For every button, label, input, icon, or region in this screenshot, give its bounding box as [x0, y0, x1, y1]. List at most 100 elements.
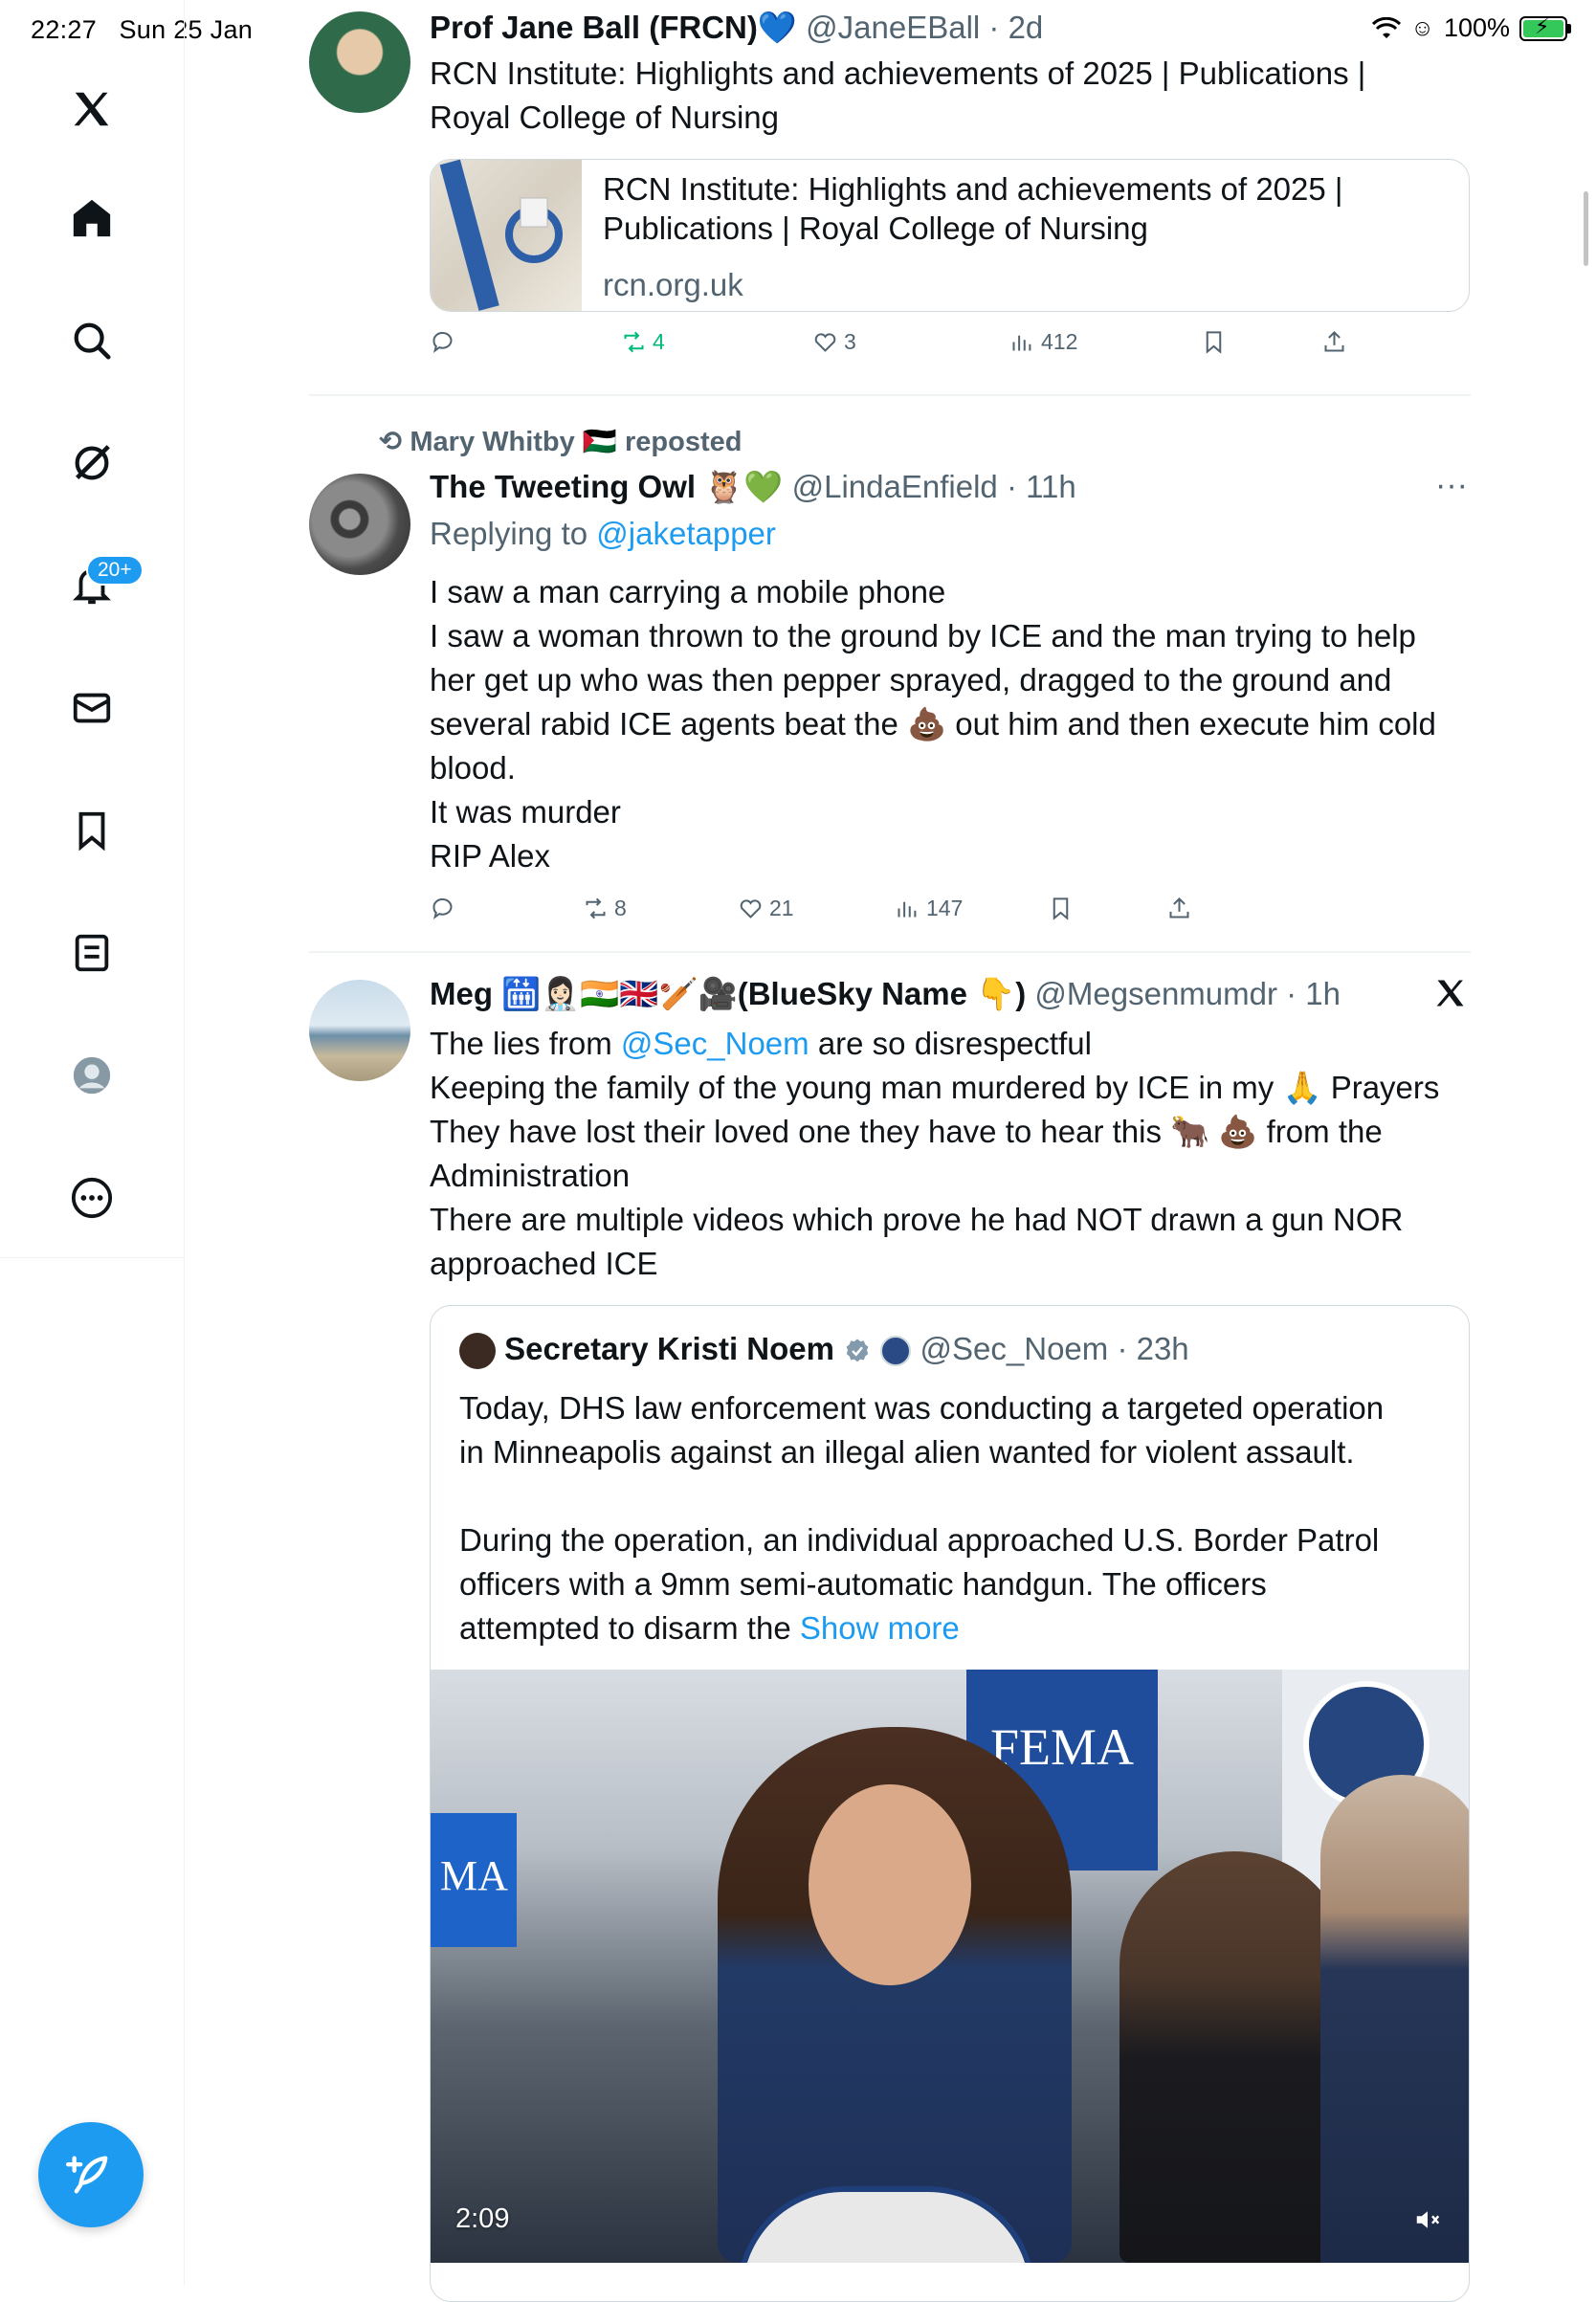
- tweet-text-line: Administration: [430, 1158, 631, 1193]
- search-icon[interactable]: [63, 312, 121, 369]
- tweet-text-line: several rabid ICE agents beat the 💩 out …: [430, 706, 1436, 742]
- link-card-title: RCN Institute: Highlights and achievemen…: [603, 169, 1343, 248]
- author-handle[interactable]: @LindaEnfield: [792, 469, 998, 504]
- tweet-text-line: her get up who was then pepper sprayed, …: [430, 662, 1392, 697]
- tweet-text-segment: The lies from: [430, 1026, 612, 1061]
- tweet-text-line: I saw a woman thrown to the ground by IC…: [430, 618, 1416, 653]
- views-chart-icon: [898, 901, 917, 918]
- repost-small-icon: ⟲: [379, 427, 403, 457]
- author-handle[interactable]: @Megsenmumdr: [1034, 976, 1277, 1011]
- repost-button[interactable]: 4: [621, 329, 665, 355]
- dhs-seal-icon: [880, 1336, 912, 1367]
- avatar[interactable]: [309, 980, 410, 1081]
- avatar[interactable]: [309, 11, 410, 113]
- views-button[interactable]: 147: [895, 896, 963, 921]
- mute-speaker-icon[interactable]: [1411, 2205, 1444, 2234]
- more-options-icon[interactable]: [63, 1169, 121, 1227]
- battery-percent: 100%: [1443, 13, 1510, 42]
- tweet-text: I saw a man carrying a mobile phone I sa…: [430, 570, 1436, 878]
- grok-icon[interactable]: [63, 434, 121, 492]
- author-name[interactable]: Prof Jane Ball (FRCN): [430, 10, 758, 45]
- repost-count: 4: [653, 329, 665, 354]
- lists-icon[interactable]: [63, 924, 121, 982]
- quote-author-handle[interactable]: @Sec_Noem: [920, 1331, 1109, 1366]
- quote-time: · 23h: [1117, 1331, 1189, 1366]
- repost-context: ⟲ Mary Whitby 🇵🇸 reposted: [379, 425, 742, 458]
- video-speaker-face: [809, 1784, 971, 1985]
- like-button[interactable]: 21: [738, 896, 794, 921]
- wifi-icon: [1372, 16, 1402, 38]
- link-card[interactable]: RCN Institute: Highlights and achievemen…: [430, 159, 1470, 312]
- video-bystander: [1320, 1775, 1469, 2263]
- repost-count: 8: [614, 896, 627, 920]
- author-emoji: 💙: [757, 10, 797, 45]
- reply-icon: [432, 897, 453, 920]
- video-duration: 2:09: [455, 2203, 510, 2234]
- bookmarks-icon[interactable]: [63, 802, 121, 859]
- compose-feather-icon: [66, 2156, 108, 2194]
- reply-button[interactable]: [430, 329, 461, 355]
- tweet-text-line: I saw a man carrying a mobile phone: [430, 574, 946, 609]
- tweet-time: · 11h: [1006, 469, 1076, 504]
- mention-link[interactable]: @Sec_Noem: [621, 1026, 809, 1061]
- repost-button[interactable]: 8: [583, 896, 627, 921]
- bookmark-icon: [1053, 897, 1069, 920]
- video-player[interactable]: MA FEMA 2:09: [431, 1670, 1469, 2263]
- battery-icon: ⚡: [1519, 14, 1571, 41]
- bookmark-button[interactable]: [1048, 896, 1074, 921]
- messages-envelope-icon[interactable]: [63, 679, 121, 737]
- author-name[interactable]: The Tweeting Owl: [430, 469, 696, 504]
- tweet-text-line: RCN Institute: Highlights and achievemen…: [430, 55, 1366, 91]
- bookmark-icon: [1206, 331, 1222, 354]
- tweet-text-line: It was murder: [430, 794, 621, 830]
- quote-text-line: Today, DHS law enforcement was conductin…: [459, 1390, 1385, 1426]
- share-button[interactable]: [1321, 329, 1347, 355]
- author-handle[interactable]: @JaneEBall: [806, 10, 980, 45]
- home-icon[interactable]: [63, 189, 121, 247]
- tweet-header: Prof Jane Ball (FRCN)💙 @JaneEBall · 2d: [430, 10, 1043, 47]
- status-indicators: ☺ 100% ⚡: [1372, 13, 1571, 43]
- replying-to: Replying to @jaketapper: [430, 516, 776, 552]
- rail-divider: [0, 1257, 184, 1258]
- tweet-text-line: The lies from @Sec_Noem are so disrespec…: [430, 1022, 1439, 1066]
- views-button[interactable]: 412: [1009, 329, 1077, 355]
- replying-to-link[interactable]: @jaketapper: [596, 516, 776, 551]
- scrollbar-thumb[interactable]: [1584, 191, 1588, 266]
- tweet-time: · 2d: [988, 10, 1044, 45]
- tweet-text-line: Keeping the family of the young man murd…: [430, 1070, 1440, 1105]
- x-logo-icon[interactable]: [63, 80, 121, 138]
- more-menu-icon[interactable]: ···: [1435, 467, 1468, 504]
- quote-text: Today, DHS law enforcement was conductin…: [459, 1386, 1384, 1650]
- link-card-thumbnail: [431, 160, 582, 311]
- tweet-divider: [309, 951, 1471, 953]
- avatar[interactable]: [309, 474, 410, 575]
- like-button[interactable]: 3: [812, 329, 856, 355]
- quote-avatar[interactable]: [459, 1333, 496, 1370]
- repost-by-label[interactable]: Mary Whitby 🇵🇸 reposted: [410, 427, 742, 457]
- repost-icon: [624, 331, 644, 353]
- author-emoji: 🦉💚: [704, 469, 784, 504]
- quote-text-line: During the operation, an individual appr…: [459, 1522, 1380, 1558]
- tweet-text-line: Royal College of Nursing: [430, 100, 780, 135]
- share-button[interactable]: [1166, 896, 1192, 921]
- tweet-text-line: They have lost their loved one they have…: [430, 1114, 1383, 1149]
- show-more-link[interactable]: Show more: [800, 1610, 960, 1646]
- link-card-title-line: Publications | Royal College of Nursing: [603, 210, 1148, 246]
- notifications-badge: 20+: [86, 555, 144, 586]
- x-brand-icon[interactable]: [1433, 976, 1468, 1015]
- quote-author-name[interactable]: Secretary Kristi Noem: [504, 1331, 834, 1366]
- quote-text-line: attempted to disarm the Show more: [459, 1606, 1384, 1650]
- reply-button[interactable]: [430, 896, 461, 921]
- tweet-header: The Tweeting Owl 🦉💚 @LindaEnfield · 11h: [430, 469, 1076, 506]
- author-name[interactable]: Meg 🛗👩🏻‍⚕️🇮🇳🇬🇧🏏🎥(BlueSky Name 👇): [430, 976, 1026, 1011]
- tweet-actions: 4 3 412: [430, 329, 1425, 367]
- tweet-text-segment: are so disrespectful: [817, 1026, 1092, 1061]
- share-icon: [1169, 896, 1189, 919]
- profile-avatar-icon[interactable]: [63, 1047, 121, 1104]
- heart-icon: [740, 899, 762, 919]
- bookmark-button[interactable]: [1201, 329, 1227, 355]
- compose-post-button[interactable]: [38, 2122, 144, 2227]
- quoted-tweet[interactable]: Secretary Kristi Noem @Sec_Noem · 23h To…: [430, 1305, 1470, 2302]
- quote-text-segment: attempted to disarm the: [459, 1610, 791, 1646]
- tweet-text-line: RIP Alex: [430, 838, 550, 874]
